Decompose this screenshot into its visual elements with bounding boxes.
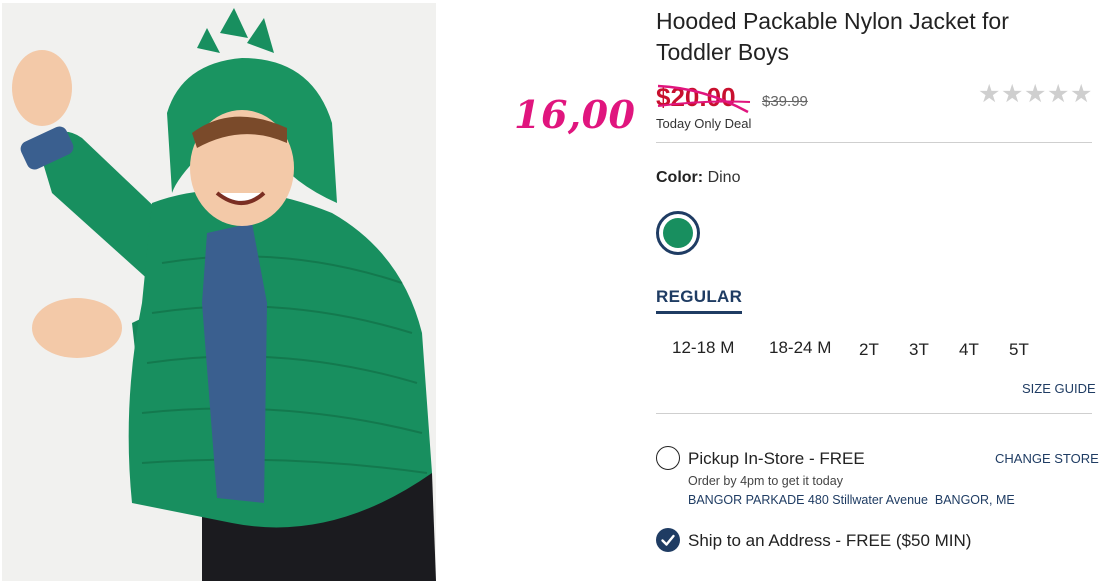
checkmark-icon [661,534,675,546]
star-icon: ★ [978,80,1001,108]
star-icon: ★ [1024,80,1047,108]
star-icon: ★ [1047,80,1070,108]
handwritten-price-annotation: 16,00 [514,92,636,137]
store-address-link[interactable]: BANGOR PARKADE 480 Stillwater Avenue BAN… [688,493,1015,507]
change-store-link[interactable]: CHANGE STORE [995,451,1099,466]
color-value: Dino [707,169,741,186]
deal-note: Today Only Deal [656,116,752,131]
original-price: $39.99 [762,93,808,110]
order-note: Order by 4pm to get it today [688,474,843,488]
tab-regular[interactable]: REGULAR [656,287,743,314]
size-option-4t[interactable]: 4T [959,340,979,360]
color-row: Color: Dino [656,169,740,187]
color-label: Color: [656,169,704,186]
size-guide-link[interactable]: SIZE GUIDE [1022,381,1096,396]
product-image [2,3,436,581]
size-option-3t[interactable]: 3T [909,340,929,360]
product-title: Hooded Packable Nylon Jacket for Toddler… [656,6,1076,68]
product-title-line2: Toddler Boys [656,39,789,65]
divider [656,413,1092,414]
color-swatch-dino[interactable] [656,211,700,255]
size-option-12-18m[interactable]: 12-18 M [672,338,734,358]
size-option-2t[interactable]: 2T [859,340,879,360]
pickup-radio[interactable] [656,446,680,470]
color-swatch-fill [663,218,693,248]
sale-price: $20.00 [656,82,736,112]
star-icon: ★ [1070,80,1093,108]
toddler-dino-jacket-photo [2,3,436,581]
size-option-5t[interactable]: 5T [1009,340,1029,360]
ship-label[interactable]: Ship to an Address - FREE ($50 MIN) [688,531,971,551]
divider [656,142,1092,143]
product-title-line1: Hooded Packable Nylon Jacket for [656,8,1009,34]
rating-stars[interactable]: ★ ★ ★ ★ ★ [978,80,1092,108]
ship-radio-checked[interactable] [656,528,680,552]
star-icon: ★ [1001,80,1024,108]
pickup-label[interactable]: Pickup In-Store - FREE [688,449,865,469]
size-option-18-24m[interactable]: 18-24 M [769,338,831,358]
